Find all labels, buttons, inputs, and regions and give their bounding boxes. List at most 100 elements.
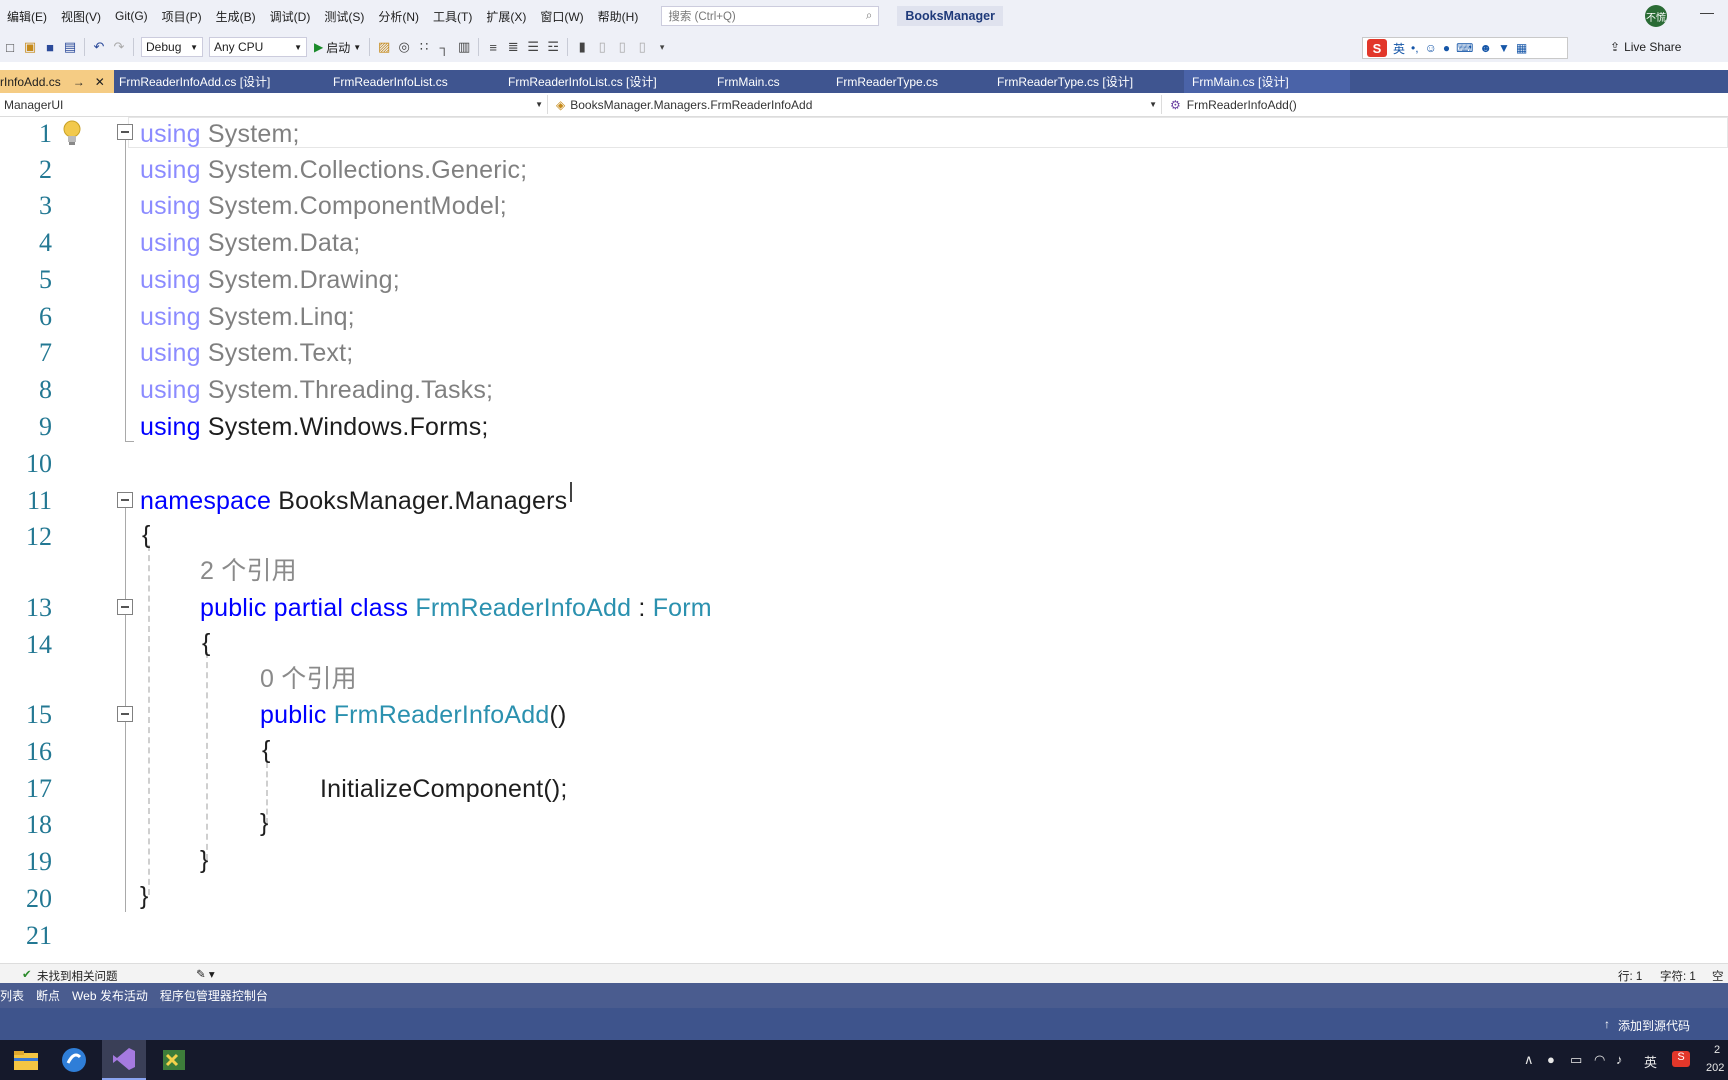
status-bar: ↑ 添加到源代码 (0, 1008, 1728, 1040)
new-item-icon[interactable]: □ (0, 37, 20, 57)
overflow-icon[interactable]: ▾ (652, 37, 672, 57)
app-icon[interactable] (158, 1044, 190, 1076)
step-icon[interactable]: ∷ (414, 37, 434, 57)
visual-studio-icon[interactable] (102, 1040, 146, 1080)
class-dropdown[interactable]: ◈ BooksManager.Managers.FrmReaderInfoAdd… (550, 95, 1162, 114)
browse-icon[interactable]: ▨ (374, 37, 394, 57)
codelens-references[interactable]: 2 个引用 (200, 554, 297, 588)
add-to-source-control[interactable]: 添加到源代码 (1618, 1017, 1690, 1034)
live-share-button[interactable]: ⇪ Live Share (1610, 40, 1681, 54)
menu-edit[interactable]: 编辑(E) (0, 8, 54, 25)
menu-help[interactable]: 帮助(H) (591, 8, 646, 25)
volume-icon[interactable]: ♪ (1616, 1052, 1623, 1067)
redo-icon[interactable]: ↷ (109, 37, 129, 57)
comment-icon[interactable]: ☰ (523, 37, 543, 57)
prev-bookmark-icon[interactable]: ▯ (592, 37, 612, 57)
clock-date[interactable]: 202 (1706, 1062, 1724, 1074)
member-dropdown[interactable]: ⚙ FrmReaderInfoAdd() (1164, 95, 1728, 114)
tab-label: FrmReaderInfoAdd.cs [设计] (119, 75, 271, 89)
menu-extensions[interactable]: 扩展(X) (479, 8, 533, 25)
platform-select[interactable]: Any CPU ▼ (209, 37, 307, 57)
wifi-icon[interactable]: ◠ (1594, 1052, 1605, 1068)
tab-frmreaderinfolist-design[interactable]: FrmReaderInfoList.cs [设计] (500, 70, 718, 93)
skin-icon[interactable]: ▼ (1498, 41, 1510, 55)
minimize-icon[interactable]: — (1700, 4, 1714, 20)
keyword: using (140, 192, 201, 220)
open-folder-icon[interactable]: ▣ (20, 37, 40, 57)
menu-analyze[interactable]: 分析(N) (371, 8, 426, 25)
grid-icon[interactable]: ▦ (1516, 41, 1527, 55)
menu-project[interactable]: 项目(P) (155, 8, 209, 25)
tab-list[interactable]: 列表 (0, 987, 24, 1004)
user-icon[interactable]: ☻ (1479, 41, 1492, 55)
microphone-icon[interactable]: ● (1443, 41, 1450, 55)
search-box[interactable]: 搜索 (Ctrl+Q) ⌕ (661, 6, 880, 26)
emoji-icon[interactable]: ☺ (1425, 41, 1437, 55)
clock-time[interactable]: 2 (1714, 1044, 1720, 1056)
menu-tools[interactable]: 工具(T) (426, 8, 479, 25)
config-select[interactable]: Debug ▼ (141, 37, 203, 57)
chevron-up-icon[interactable]: ∧ (1524, 1052, 1534, 1068)
uncomment-icon[interactable]: ☲ (543, 37, 563, 57)
codelens-references[interactable]: 0 个引用 (260, 662, 357, 696)
file-explorer-icon[interactable] (10, 1044, 42, 1076)
tab-breakpoints[interactable]: 断点 (36, 987, 60, 1004)
menu-view[interactable]: 视图(V) (54, 8, 108, 25)
tab-frmreadertype-cs[interactable]: FrmReaderType.cs (828, 70, 998, 93)
punctuation-icon[interactable]: •, (1411, 41, 1419, 55)
battery-icon[interactable]: ▭ (1570, 1052, 1582, 1068)
issues-label[interactable]: 未找到相关问题 (37, 968, 118, 984)
menu-test[interactable]: 测试(S) (317, 8, 371, 25)
tab-web-publish[interactable]: Web 发布活动 (72, 987, 148, 1004)
project-dropdown[interactable]: ManagerUI ▼ (0, 95, 548, 114)
line-number: 9 (39, 412, 52, 441)
start-button[interactable]: ▶ 启动 ▼ (314, 39, 361, 56)
tab-frmreaderinfolist-cs[interactable]: FrmReaderInfoList.cs (325, 70, 509, 93)
undo-icon[interactable]: ↶ (89, 37, 109, 57)
live-share-label: Live Share (1624, 40, 1682, 54)
menu-window[interactable]: 窗口(W) (533, 8, 590, 25)
save-icon[interactable]: ■ (40, 37, 60, 57)
bookmark-icon[interactable]: ▮ (572, 37, 592, 57)
ime-indicator[interactable]: 英 (1644, 1052, 1657, 1071)
close-icon[interactable]: ✕ (95, 75, 105, 89)
brush-icon[interactable]: ✎ ▾ (196, 967, 215, 981)
menu-debug[interactable]: 调试(D) (263, 8, 318, 25)
lightbulb-icon[interactable] (62, 119, 82, 147)
indent-icon[interactable]: ≣ (503, 37, 523, 57)
microphone-icon[interactable]: ● (1547, 1052, 1555, 1067)
camera-icon[interactable]: ◎ (394, 37, 414, 57)
ime-toolbar: S 英 •, ☺ ● ⌨ ☻ ▼ ▦ (1362, 37, 1568, 59)
browser-icon[interactable] (58, 1044, 90, 1076)
method-icon: ⚙ (1170, 97, 1181, 112)
tab-frmmain-cs[interactable]: FrmMain.cs (709, 70, 837, 93)
menu-build[interactable]: 生成(B) (209, 8, 263, 25)
clear-bookmarks-icon[interactable]: ▯ (632, 37, 652, 57)
tab-frmreaderinfoadd-design[interactable]: FrmReaderInfoAdd.cs [设计] (111, 70, 335, 93)
sogou-tray-icon[interactable]: S (1672, 1051, 1690, 1067)
platform-value: Any CPU (214, 40, 264, 54)
outdent-icon[interactable]: ≡ (483, 37, 503, 57)
hierarchy-icon[interactable]: ┐ (434, 37, 454, 57)
line-number: 14 (26, 630, 52, 659)
layout-icon[interactable]: ▥ (454, 37, 474, 57)
save-all-icon[interactable]: ▤ (60, 37, 80, 57)
namespace-ref: System.ComponentModel; (207, 192, 507, 220)
menu-git[interactable]: Git(G) (108, 9, 155, 23)
collapse-toggle[interactable] (117, 599, 133, 615)
tab-frmreaderinfoadd-cs[interactable]: rInfoAdd.cs → ✕ (0, 70, 114, 93)
collapse-toggle[interactable] (117, 706, 133, 722)
next-bookmark-icon[interactable]: ▯ (612, 37, 632, 57)
namespace-ref: System.Threading.Tasks; (207, 376, 494, 404)
pin-icon[interactable]: → (73, 75, 85, 89)
tool-window-tabs: 列表 断点 Web 发布活动 程序包管理器控制台 (0, 983, 1728, 1008)
ime-language[interactable]: 英 (1393, 40, 1405, 57)
keyboard-icon[interactable]: ⌨ (1456, 41, 1473, 55)
code-line-3: using System.ComponentModel; (140, 189, 507, 223)
avatar[interactable]: 不慌 (1645, 5, 1667, 27)
collapse-toggle[interactable] (117, 124, 133, 140)
collapse-toggle[interactable] (117, 492, 133, 508)
tab-package-manager-console[interactable]: 程序包管理器控制台 (160, 987, 268, 1004)
tab-frmmain-design[interactable]: FrmMain.cs [设计] (1184, 70, 1350, 93)
tab-frmreadertype-design[interactable]: FrmReaderType.cs [设计] (989, 70, 1193, 93)
